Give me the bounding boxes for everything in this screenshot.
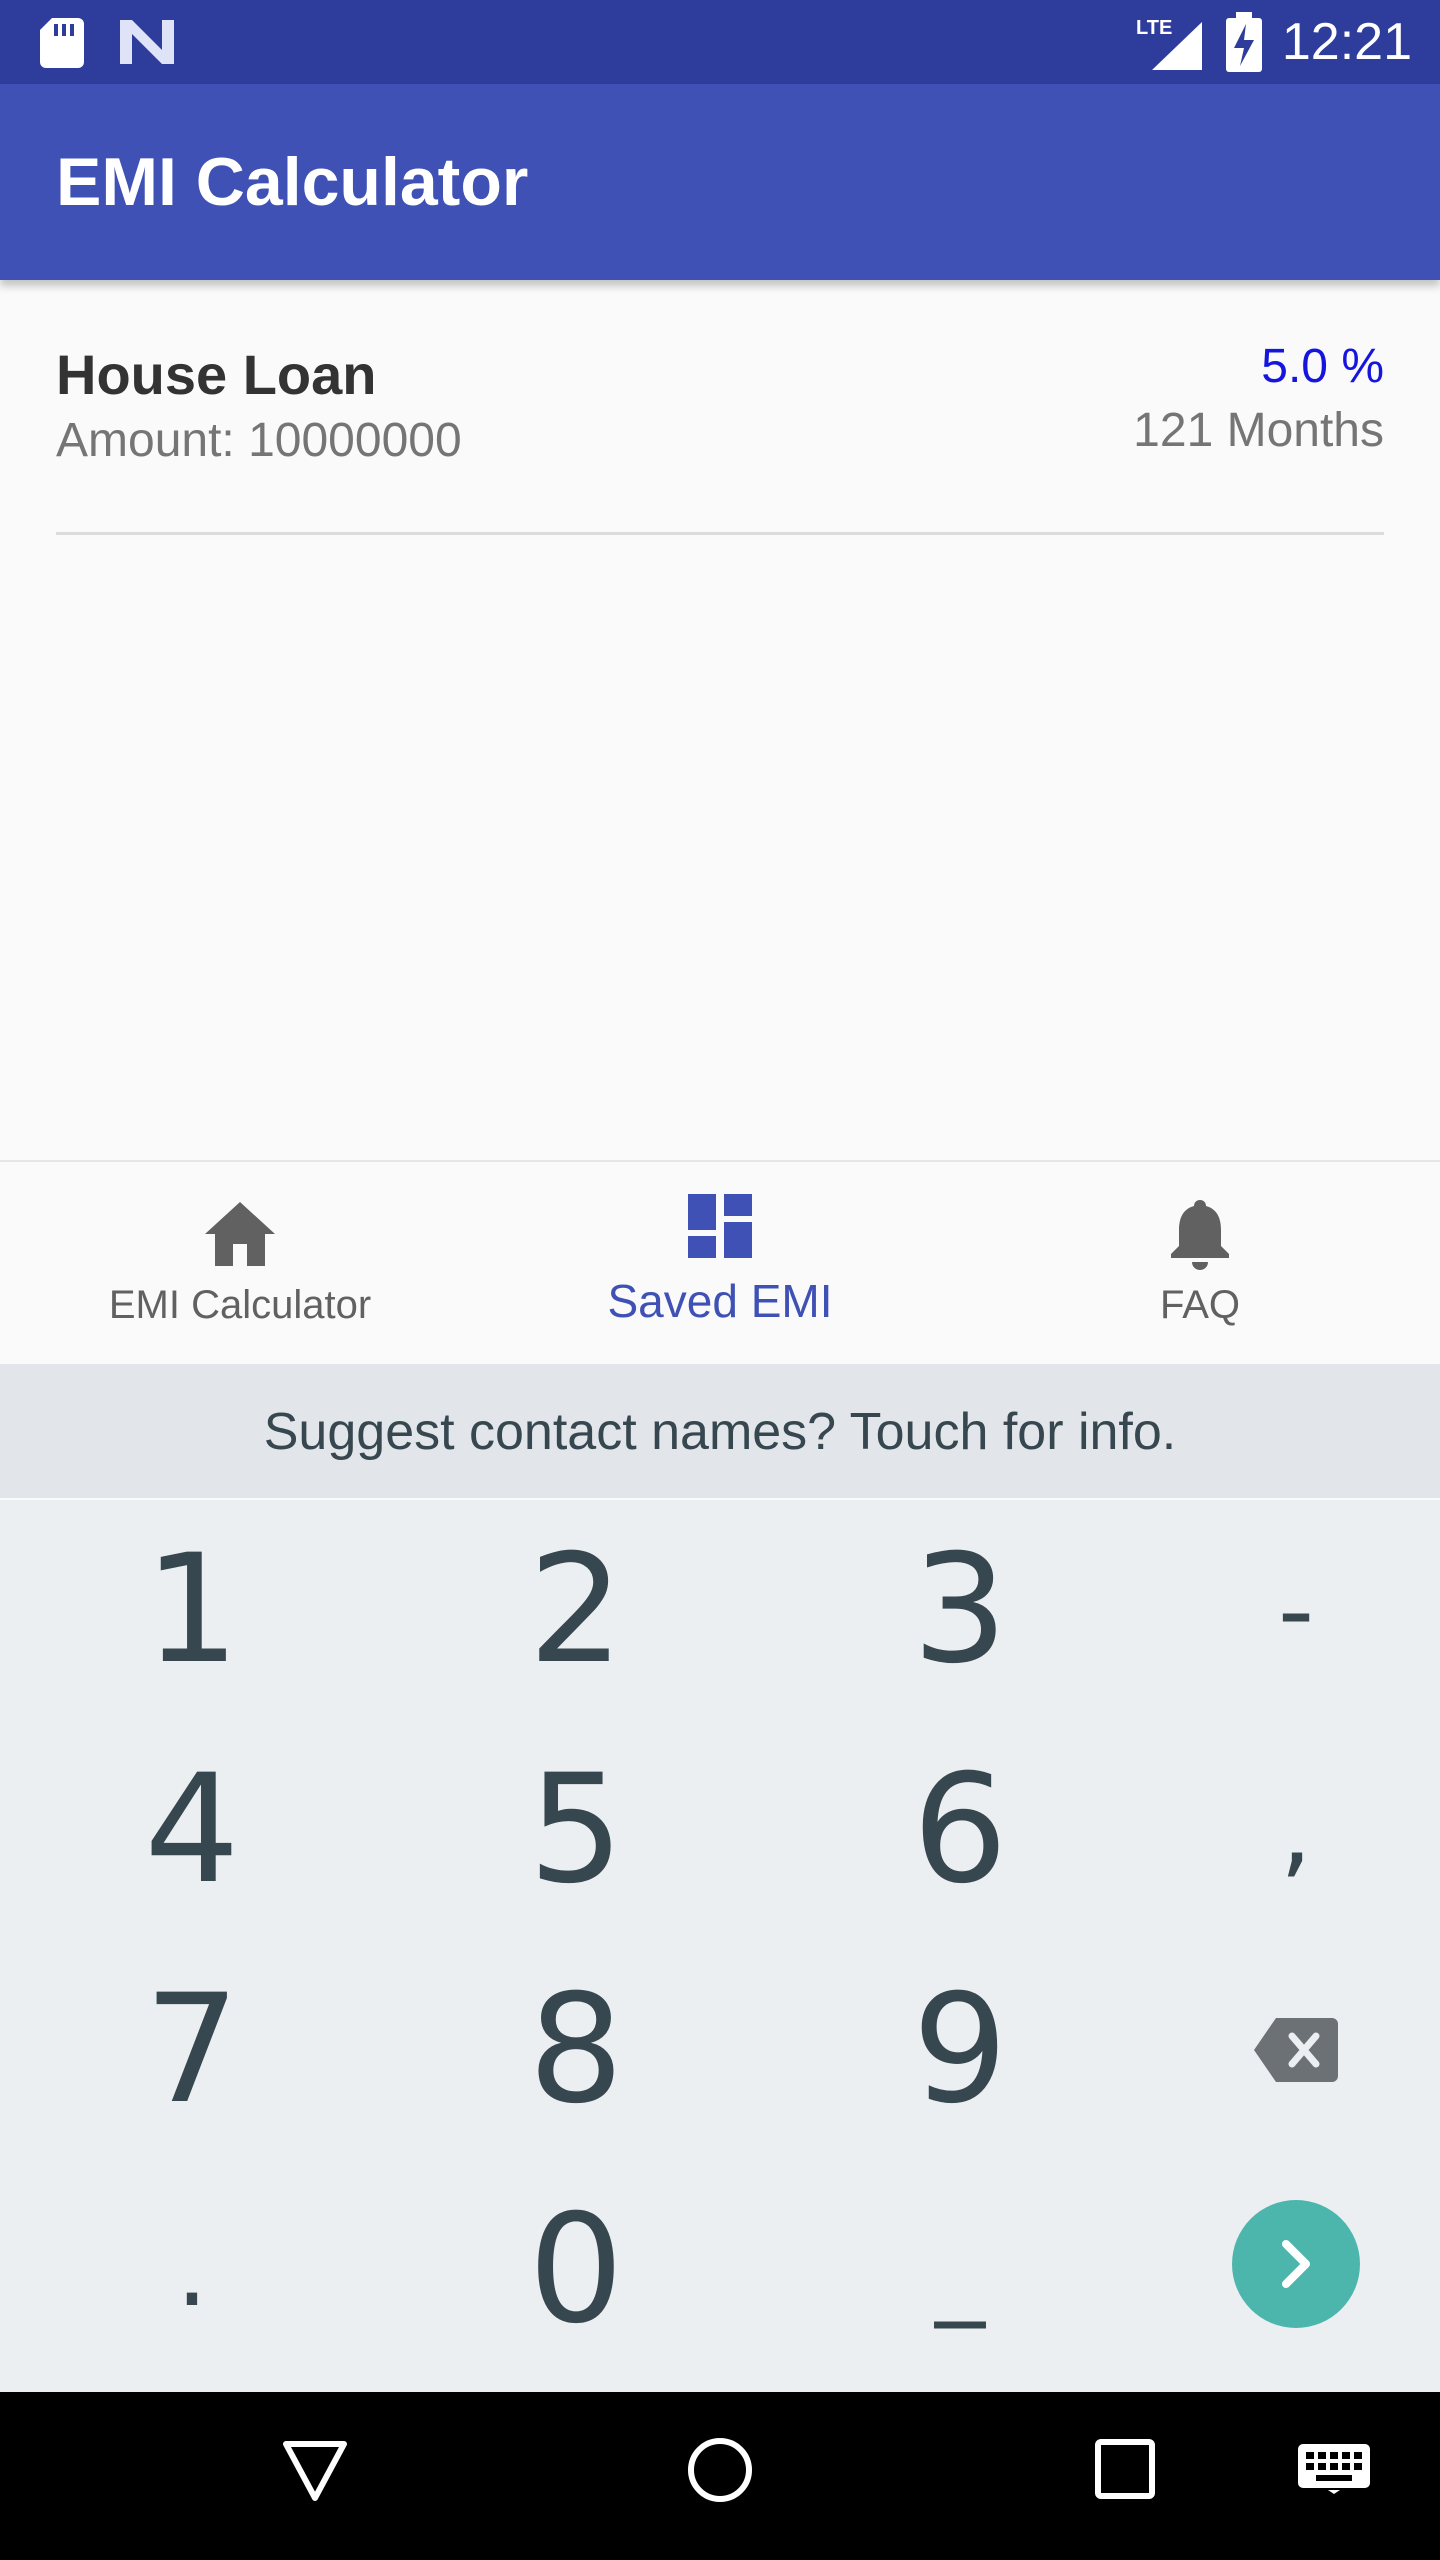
key-0[interactable]: 0 xyxy=(396,2160,756,2380)
nav-label-emi-calculator: EMI Calculator xyxy=(108,1283,372,1327)
key-3[interactable]: 3 xyxy=(780,1500,1140,1720)
enter-key[interactable] xyxy=(1232,2200,1360,2328)
key-9[interactable]: 9 xyxy=(780,1940,1140,2160)
sd-card-icon xyxy=(40,18,84,68)
home-circle-icon[interactable] xyxy=(686,2436,754,2504)
nav-label-faq: FAQ xyxy=(1159,1283,1241,1327)
key-6[interactable]: 6 xyxy=(780,1720,1140,1940)
nav-tab-faq[interactable]: FAQ xyxy=(960,1162,1440,1358)
loan-amount: Amount: 10000000 xyxy=(56,414,462,467)
numeric-keyboard: 1 2 3 - 4 5 6 , 7 8 9 . 0 _ xyxy=(0,1500,1440,2392)
key-8[interactable]: 8 xyxy=(396,1940,756,2160)
loan-rate: 5.0 % xyxy=(1261,340,1384,393)
saved-emi-list-item[interactable]: House Loan Amount: 10000000 5.0 % 121 Mo… xyxy=(0,280,1440,536)
loan-months: 121 Months xyxy=(1133,404,1384,457)
nav-label-saved-emi: Saved EMI xyxy=(607,1275,833,1327)
keyboard-suggestion-strip[interactable]: Suggest contact names? Touch for info. xyxy=(0,1364,1440,1498)
keyboard-switch-icon[interactable] xyxy=(1298,2444,1370,2494)
key-minus[interactable]: - xyxy=(1116,1500,1440,1720)
status-bar: LTE 12:21 xyxy=(0,0,1440,84)
n-logo-icon xyxy=(120,20,174,64)
list-divider xyxy=(56,532,1384,535)
key-comma[interactable]: , xyxy=(1116,1720,1440,1940)
key-5[interactable]: 5 xyxy=(396,1720,756,1940)
key-1[interactable]: 1 xyxy=(12,1500,372,1720)
suggestion-text: Suggest contact names? Touch for info. xyxy=(263,1403,1177,1461)
nav-tab-saved-emi[interactable]: Saved EMI xyxy=(480,1162,960,1358)
status-time: 12:21 xyxy=(1281,13,1412,71)
backspace-key[interactable] xyxy=(1116,1940,1440,2160)
app-bar: EMI Calculator xyxy=(0,84,1440,280)
chevron-right-icon xyxy=(1282,2240,1310,2288)
battery-charging-icon xyxy=(1226,12,1262,72)
recents-icon[interactable] xyxy=(1094,2438,1156,2500)
system-navigation-bar xyxy=(0,2392,1440,2560)
back-icon[interactable] xyxy=(282,2440,348,2502)
bell-icon xyxy=(1171,1200,1229,1270)
home-icon xyxy=(205,1202,275,1266)
key-period[interactable]: . xyxy=(12,2160,372,2380)
key-4[interactable]: 4 xyxy=(12,1720,372,1940)
lte-signal-icon: LTE xyxy=(1136,17,1202,70)
loan-name: House Loan xyxy=(56,343,377,406)
key-underscore[interactable]: _ xyxy=(780,2160,1140,2380)
key-2[interactable]: 2 xyxy=(396,1500,756,1720)
app-title: EMI Calculator xyxy=(56,144,529,220)
lte-label: LTE xyxy=(1136,17,1172,39)
backspace-icon xyxy=(1254,2018,1338,2082)
key-7[interactable]: 7 xyxy=(12,1940,372,2160)
dashboard-icon xyxy=(688,1194,752,1258)
nav-tab-emi-calculator[interactable]: EMI Calculator xyxy=(0,1162,480,1358)
bottom-navigation: EMI Calculator Saved EMI FAQ xyxy=(0,1160,1440,1358)
